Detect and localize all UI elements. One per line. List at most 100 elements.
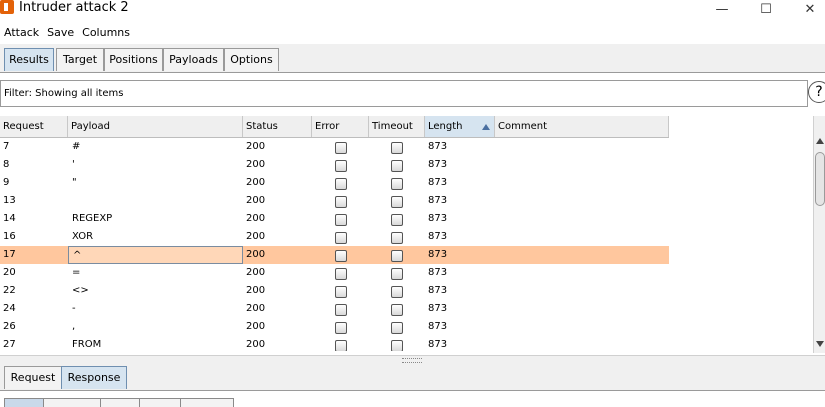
splitter-grip-icon[interactable] <box>402 358 422 363</box>
cell-error-checkbox <box>335 232 347 244</box>
tab-options[interactable]: Options <box>224 48 279 71</box>
cell-request: 27 <box>3 339 16 350</box>
cell-timeout-checkbox <box>391 196 403 208</box>
cell-status: 200 <box>246 303 266 314</box>
column-header-length-label: Length <box>428 121 463 132</box>
scroll-down-icon[interactable] <box>816 341 824 347</box>
table-row[interactable]: 14 REGEXP 200 873 <box>0 210 669 228</box>
window-title: Intruder attack 2 <box>19 0 129 15</box>
maximize-button[interactable]: ☐ <box>744 0 788 18</box>
cell-payload: <> <box>72 285 89 296</box>
cell-error-checkbox <box>335 160 347 172</box>
cell-request: 13 <box>3 195 16 206</box>
cell-status: 200 <box>246 285 266 296</box>
cell-request: 22 <box>3 285 16 296</box>
cell-error-checkbox <box>335 142 347 154</box>
cell-error-checkbox <box>335 214 347 226</box>
tab-results[interactable]: Results <box>4 48 54 71</box>
cell-payload: ' <box>72 159 75 170</box>
sort-ascending-icon <box>482 124 490 130</box>
cell-comment <box>495 300 669 318</box>
menu-columns[interactable]: Columns <box>82 24 130 42</box>
scroll-up-icon[interactable] <box>816 138 824 144</box>
table-row[interactable]: 13 200 873 <box>0 192 669 210</box>
cell-timeout-checkbox <box>391 214 403 226</box>
tab-positions[interactable]: Positions <box>104 48 163 71</box>
cell-request: 26 <box>3 321 16 332</box>
cell-payload <box>68 192 243 210</box>
column-header-timeout[interactable]: Timeout <box>369 116 425 137</box>
table-row[interactable]: 16 XOR 200 873 <box>0 228 669 246</box>
tab-target[interactable]: Target <box>56 48 104 71</box>
view-tab-render[interactable] <box>180 398 234 407</box>
scroll-thumb[interactable] <box>815 152 825 206</box>
cell-status: 200 <box>246 195 266 206</box>
cell-error-checkbox <box>335 250 347 262</box>
cell-timeout-checkbox <box>391 178 403 190</box>
cell-length: 873 <box>428 321 448 332</box>
cell-payload: XOR <box>72 231 94 242</box>
close-icon: ✕ <box>804 1 816 17</box>
cell-timeout-checkbox <box>391 268 403 280</box>
tab-payloads[interactable]: Payloads <box>163 48 224 71</box>
cell-status: 200 <box>246 231 266 242</box>
table-row[interactable]: 7 #200 873 <box>0 138 669 156</box>
cell-error-checkbox <box>335 268 347 280</box>
minimize-icon: — <box>715 1 729 17</box>
table-row[interactable]: 22 <> 200 873 <box>0 282 669 300</box>
view-tab-hex[interactable] <box>100 398 140 407</box>
column-header-error[interactable]: Error <box>312 116 369 137</box>
table-row[interactable]: 8 ' 200 873 <box>0 156 669 174</box>
filter-label: Filter: Showing all items <box>4 88 124 99</box>
cell-length: 873 <box>428 159 448 170</box>
cell-request: 20 <box>3 267 16 278</box>
cell-payload: - <box>72 303 76 314</box>
column-header-comment[interactable]: Comment <box>495 116 669 137</box>
cell-payload: , <box>72 321 76 332</box>
cell-error-checkbox <box>335 196 347 208</box>
close-button[interactable]: ✕ <box>788 0 825 18</box>
table-row[interactable]: 27 FROM 200 873 <box>0 336 669 351</box>
column-header-payload[interactable]: Payload <box>68 116 243 137</box>
cell-length: 873 <box>428 285 448 296</box>
menu-attack[interactable]: Attack <box>4 24 39 42</box>
cell-status: 200 <box>246 321 266 332</box>
cell-timeout-checkbox <box>391 286 403 298</box>
tab-response[interactable]: Response <box>61 366 127 389</box>
view-tab-html[interactable] <box>139 398 181 407</box>
cell-comment <box>495 318 669 336</box>
column-header-status[interactable]: Status <box>243 116 312 137</box>
cell-comment <box>495 336 669 351</box>
cell-timeout-checkbox <box>391 304 403 316</box>
cell-status: 200 <box>246 249 266 260</box>
tab-request[interactable]: Request <box>4 366 62 389</box>
table-row[interactable]: 24 - 200 873 <box>0 300 669 318</box>
cell-length: 873 <box>428 231 448 242</box>
view-tab-raw[interactable] <box>4 398 44 407</box>
cell-length: 873 <box>428 267 448 278</box>
cell-timeout-checkbox <box>391 322 403 334</box>
vertical-scrollbar[interactable] <box>813 116 825 353</box>
table-row[interactable]: 17 ^ 200 873 <box>0 246 669 264</box>
burp-app-icon <box>0 0 14 14</box>
cell-timeout-checkbox <box>391 160 403 172</box>
table-row[interactable]: 9 " 200 873 <box>0 174 669 192</box>
table-body: 7 #200 873 8 ' 200 873 9 " 200 873 13 200 873 14 REGEXP… <box>0 138 669 351</box>
cell-length: 873 <box>428 195 448 206</box>
table-row[interactable]: 20 = 200 873 <box>0 264 669 282</box>
cell-payload: ^ <box>68 246 243 264</box>
table-header: Request Payload Status Error Timeout Len… <box>0 116 669 138</box>
column-header-length[interactable]: Length <box>425 116 495 137</box>
menu-save[interactable]: Save <box>47 24 74 42</box>
filter-bar[interactable]: Filter: Showing all items <box>0 80 808 107</box>
column-header-request[interactable]: Request <box>0 116 68 137</box>
minimize-button[interactable]: — <box>700 0 744 18</box>
cell-length: 873 <box>428 249 448 260</box>
cell-length: 873 <box>428 177 448 188</box>
cell-error-checkbox <box>335 322 347 334</box>
help-icon[interactable]: ? <box>808 81 825 103</box>
table-row[interactable]: 26, 200 873 <box>0 318 669 336</box>
pane-splitter[interactable] <box>0 355 825 364</box>
cell-request: 16 <box>3 231 16 242</box>
view-tab-headers[interactable] <box>43 398 101 407</box>
